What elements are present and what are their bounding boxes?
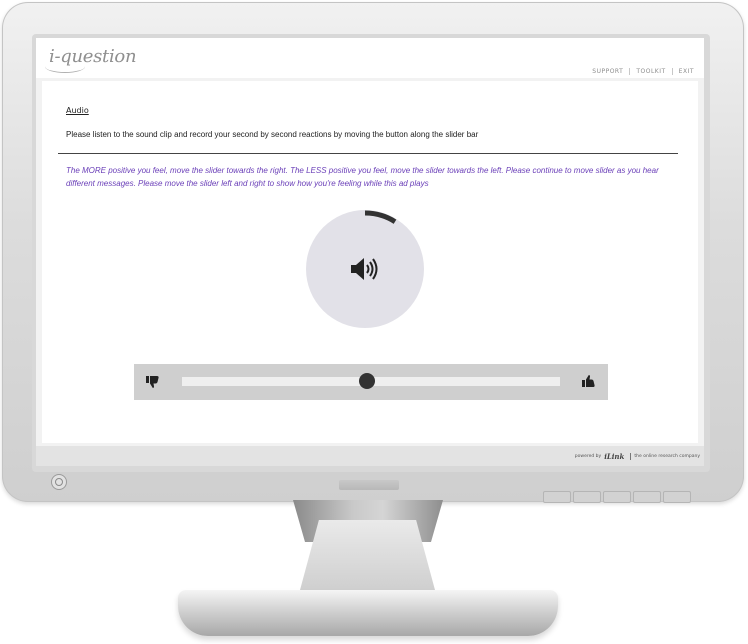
monitor-button [603,491,631,503]
monitor-control-buttons [543,491,691,503]
monitor-button [633,491,661,503]
nav-divider [671,68,673,75]
logo-swoosh [45,60,85,73]
footer-divider [630,453,632,460]
footer-tagline: the online research company [634,454,700,459]
monitor-button [663,491,691,503]
slider-handle[interactable] [359,373,376,389]
nav-support-link[interactable]: SUPPORT [592,68,623,75]
audio-player-button[interactable] [306,210,424,328]
question-text: Please listen to the sound clip and reco… [66,130,479,139]
nav-toolkit-link[interactable]: TOOLKIT [636,68,665,75]
power-button [51,474,67,490]
monitor-button [543,491,571,503]
speaker-icon [351,258,378,280]
thumbs-down-icon [146,376,159,388]
audio-progress-arc [364,210,397,224]
header: i-question SUPPORT TOOLKIT EXIT [36,38,704,78]
monitor-button [573,491,601,503]
monitor-brand-plate [339,480,399,490]
footer: powered by iLink the online research com… [36,446,704,466]
section-title: Audio [66,106,89,115]
powered-by: powered by iLink the online research com… [575,452,700,461]
reaction-slider-panel [134,364,608,400]
top-nav: SUPPORT TOOLKIT EXIT [592,68,694,75]
nav-exit-link[interactable]: EXIT [679,68,694,75]
instructions-text: The MORE positive you feel, move the sli… [66,166,659,188]
nav-divider [629,68,631,75]
divider [58,153,678,154]
monitor-stand-arm [300,520,435,590]
thumbs-up-icon [582,375,595,387]
slider-track[interactable] [182,373,560,389]
ilink-logo: iLink [604,452,625,461]
monitor-stand-base [178,590,558,636]
powered-by-label: powered by [574,454,602,459]
screen: i-question SUPPORT TOOLKIT EXIT Audio Pl… [36,38,704,466]
